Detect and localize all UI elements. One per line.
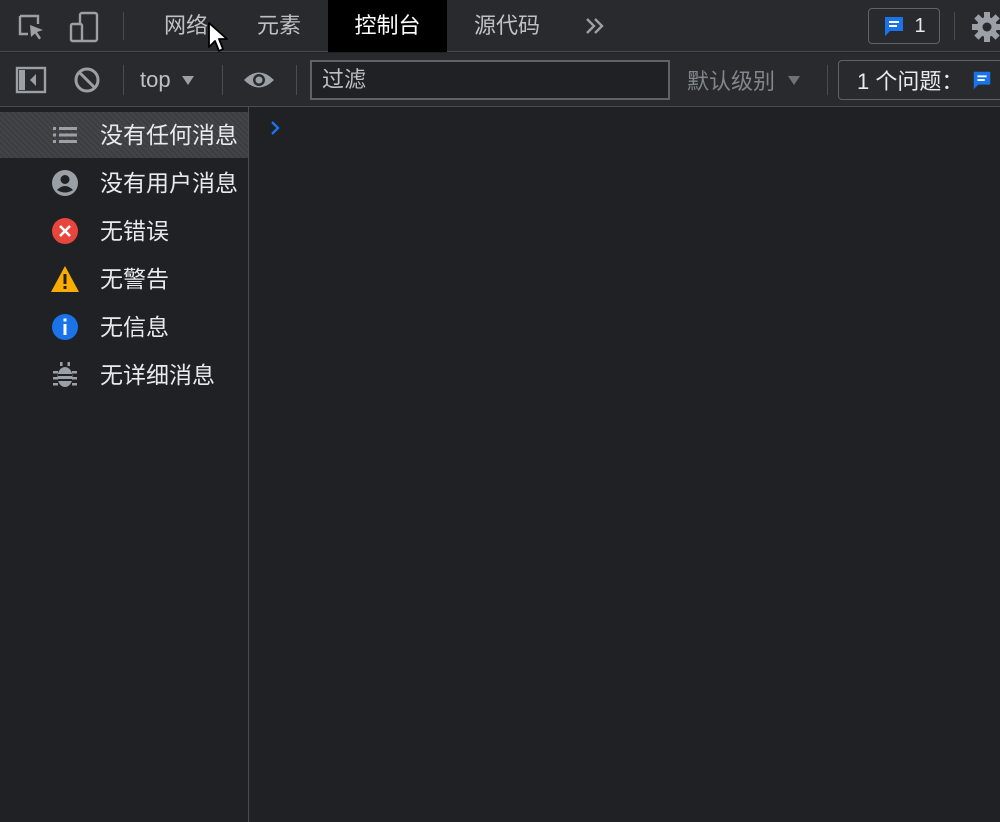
- context-selector-value: top: [140, 67, 171, 92]
- sidebar-item-verbose[interactable]: 无详细消息: [0, 352, 248, 398]
- sidebar-item-errors[interactable]: 无错误: [0, 208, 248, 254]
- warning-icon: [50, 265, 80, 293]
- tab-console[interactable]: 控制台: [328, 0, 447, 52]
- list-icon: [50, 121, 80, 149]
- sidebar-toggle-icon[interactable]: [14, 65, 48, 95]
- eye-icon[interactable]: [241, 65, 277, 95]
- issues-text: 1 个问题：: [857, 69, 964, 94]
- console-output[interactable]: [250, 107, 1000, 822]
- sidebar-item-all-messages[interactable]: 没有任何消息: [0, 112, 248, 158]
- toolbar-divider: [222, 65, 223, 95]
- clear-console-icon[interactable]: [72, 65, 102, 95]
- issues-link-button[interactable]: 1 个问题：: [838, 60, 1000, 100]
- filter-input[interactable]: [310, 60, 670, 100]
- sidebar-item-label: 没有任何消息: [100, 122, 238, 148]
- toolbar-divider: [296, 65, 297, 95]
- tabbar-divider: [954, 12, 955, 40]
- log-level-selector[interactable]: 默认级别: [687, 53, 801, 107]
- inspect-element-icon[interactable]: [14, 10, 48, 44]
- sidebar-item-label: 无错误: [100, 218, 169, 244]
- info-icon: [50, 313, 80, 341]
- mouse-cursor-icon: [206, 20, 232, 54]
- sidebar-item-label: 没有用户消息: [100, 170, 238, 196]
- dropdown-arrow-icon: [181, 74, 195, 86]
- sidebar-item-label: 无警告: [100, 266, 169, 292]
- devtools-tab-bar: 网络 元素 控制台 源代码 1: [0, 0, 1000, 52]
- toolbar-divider: [123, 65, 124, 95]
- issues-counter-button[interactable]: 1: [868, 8, 940, 44]
- message-icon: [971, 69, 993, 91]
- dropdown-arrow-icon: [787, 74, 801, 86]
- tab-sources[interactable]: 源代码: [455, 0, 559, 52]
- message-icon: [882, 14, 906, 38]
- bug-icon: [50, 361, 80, 389]
- sidebar-item-label: 无详细消息: [100, 362, 215, 388]
- tabbar-divider: [123, 12, 124, 40]
- user-circle-icon: [50, 169, 80, 197]
- log-level-value: 默认级别: [687, 69, 776, 94]
- console-toolbar: top 默认级别 1 个问题：: [0, 53, 1000, 107]
- gear-icon[interactable]: [970, 10, 1000, 44]
- context-selector[interactable]: top: [140, 53, 195, 107]
- prompt-chevron-icon: [266, 117, 284, 139]
- sidebar-item-label: 无信息: [100, 314, 169, 340]
- toolbar-divider: [827, 65, 828, 95]
- device-toolbar-icon[interactable]: [68, 10, 102, 44]
- error-icon: [50, 217, 80, 245]
- sidebar-item-user-messages[interactable]: 没有用户消息: [0, 160, 248, 206]
- issues-count: 1: [914, 14, 926, 37]
- chevron-double-right-icon[interactable]: [580, 12, 610, 40]
- sidebar-item-warnings[interactable]: 无警告: [0, 256, 248, 302]
- tab-elements[interactable]: 元素: [237, 0, 321, 52]
- sidebar-item-info[interactable]: 无信息: [0, 304, 248, 350]
- console-sidebar: 没有任何消息 没有用户消息 无错误 无警告 无信息 无详细消息: [0, 107, 249, 822]
